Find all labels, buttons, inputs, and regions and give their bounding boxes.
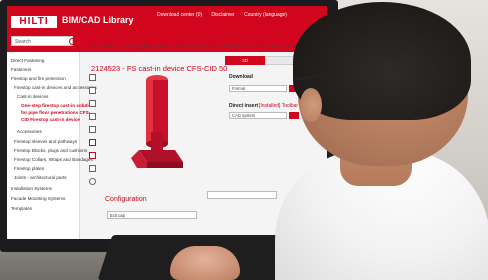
photo-scene: HILTI BIM/CAD Library Download center (0… (0, 0, 488, 280)
sidebar-tree: Direct Fastening Fasteners Firestop and … (7, 52, 97, 239)
sidebar-item[interactable]: Templates (11, 206, 32, 211)
sidebar-item[interactable]: Firestop and fire protection (11, 76, 66, 81)
section-icon[interactable] (89, 152, 96, 159)
cad-system-select[interactable]: CAD system (229, 112, 287, 119)
sidebar-item[interactable]: Fasteners (11, 67, 31, 72)
info-icon[interactable] (89, 165, 96, 172)
sidebar-item[interactable]: Installation Systems (11, 186, 52, 191)
viewer-toolbar (89, 74, 99, 190)
sidebar-item[interactable]: Direct Fastening (11, 58, 44, 63)
search-label: Search (15, 39, 31, 45)
nav-download-center[interactable]: Download center (0) (157, 12, 202, 18)
sidebar-item-active[interactable]: One-step firestop cast-in solution (21, 103, 94, 108)
format-select[interactable]: Format (229, 85, 287, 92)
hand-on-keyboard (170, 246, 240, 280)
insert-button[interactable] (289, 112, 299, 119)
pan-icon[interactable] (89, 126, 96, 133)
tab-3d[interactable]: 3D (225, 56, 265, 65)
brand-logo[interactable]: HILTI (11, 16, 57, 28)
sidebar-item-active[interactable]: for pipe floor penetrations CFS- (21, 110, 90, 115)
sidebar-item[interactable]: Firestop Collars, Wraps and Bandages (14, 157, 93, 162)
download-label: Download (229, 74, 253, 80)
search-input[interactable]: Search (11, 36, 76, 46)
settings-icon[interactable] (89, 178, 96, 185)
sidebar-item-active[interactable]: CID Firestop cast-in device (21, 117, 80, 122)
measure-icon[interactable] (89, 139, 96, 146)
zoom-in-icon[interactable] (89, 87, 96, 94)
product-3d-model[interactable] (127, 72, 197, 178)
sidebar-item[interactable]: Cast-in devices (17, 94, 48, 99)
view-home-icon[interactable] (89, 74, 96, 81)
sidebar-item[interactable]: Firestop plates (14, 166, 44, 171)
config-select[interactable]: Ecit cap (107, 211, 197, 219)
person-ear (300, 88, 322, 122)
zoom-out-icon[interactable] (89, 100, 96, 107)
direct-insert-label: Direct insert (229, 103, 259, 109)
config-select-secondary[interactable] (207, 191, 277, 199)
nav-disclaimer[interactable]: Disclaimer (211, 12, 234, 18)
monitor-screen: HILTI BIM/CAD Library Download center (0… (7, 6, 327, 239)
top-nav: Download center (0) Disclaimer Country (… (157, 12, 295, 18)
sidebar-item[interactable]: Firestop cast-in devices and accessories (14, 85, 97, 90)
rotate-icon[interactable] (89, 113, 96, 120)
direct-insert-link[interactable]: [Installed] Toolbar (259, 103, 298, 109)
breadcrumb: Cast-in devices > One-step firestop cast… (87, 44, 312, 49)
search-icon[interactable] (69, 38, 76, 45)
library-title: BIM/CAD Library (62, 15, 134, 25)
sidebar-item[interactable]: Facade Mounting Systems (11, 196, 65, 201)
configuration-heading: Configuration (105, 196, 147, 203)
nav-country[interactable]: Country (language) (244, 12, 287, 18)
sidebar-item[interactable]: Joints - architectural parts (14, 175, 67, 180)
sidebar-item[interactable]: Firestop sleeves and pathways (14, 139, 77, 144)
sidebar-item[interactable]: Accessories (17, 129, 42, 134)
sidebar-item[interactable]: Firestop Blocks, plugs and cushions (14, 148, 87, 153)
